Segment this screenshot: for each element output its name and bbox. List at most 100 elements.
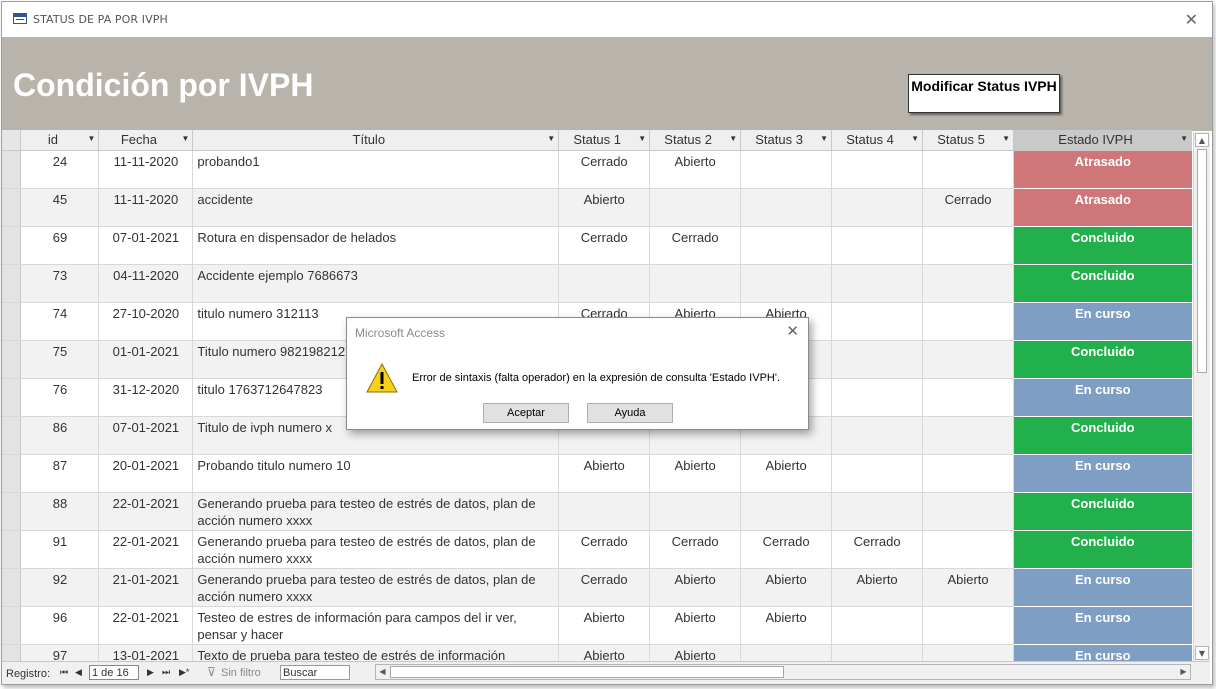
search-input[interactable]: Buscar — [280, 665, 350, 680]
cell-id[interactable]: 73 — [20, 264, 100, 303]
cell-titulo[interactable]: Testeo de estres de información para cam… — [192, 606, 560, 645]
cell-status-5[interactable] — [922, 606, 1015, 645]
cell-estado-ivph[interactable]: Atrasado — [1013, 150, 1192, 189]
cell-status-5[interactable] — [922, 226, 1015, 265]
table-row[interactable]: 45 11-11-2020 accidente Abierto Cerrado Atras… — [2, 188, 1192, 227]
cell-id[interactable]: 76 — [20, 378, 100, 417]
cell-status-5[interactable] — [922, 530, 1015, 569]
row-selector[interactable] — [2, 340, 22, 379]
row-selector[interactable] — [2, 454, 22, 493]
cell-id[interactable]: 92 — [20, 568, 100, 607]
cell-status-4[interactable] — [831, 378, 924, 417]
cell-status-5[interactable] — [922, 150, 1015, 189]
cell-status-2[interactable]: Cerrado — [649, 530, 742, 569]
table-row[interactable]: 96 22-01-2021 Testeo de estres de informac… — [2, 606, 1192, 645]
cell-status-2[interactable]: Cerrado — [649, 226, 742, 265]
cell-status-3[interactable]: Abierto — [740, 454, 833, 493]
filter-icon[interactable]: ⊽ — [207, 665, 216, 679]
cell-status-3[interactable]: Abierto — [740, 568, 833, 607]
column-header-fecha[interactable]: Fecha ▼ — [98, 130, 194, 151]
table-row[interactable]: 73 04-11-2020 Accidente ejemplo 7686673 Con… — [2, 264, 1192, 303]
cell-estado-ivph[interactable]: En curso — [1013, 568, 1192, 607]
row-selector[interactable] — [2, 568, 22, 607]
help-button[interactable]: Ayuda — [587, 403, 673, 423]
cell-titulo[interactable]: probando1 — [192, 150, 560, 189]
cell-fecha[interactable]: 27-10-2020 — [98, 302, 194, 341]
cell-id[interactable]: 69 — [20, 226, 100, 265]
cell-id[interactable]: 97 — [20, 644, 100, 661]
cell-status-5[interactable] — [922, 454, 1015, 493]
scroll-right-icon[interactable]: ▶ — [1177, 665, 1190, 679]
cell-status-1[interactable]: Cerrado — [558, 530, 651, 569]
cell-status-5[interactable] — [922, 340, 1015, 379]
cell-estado-ivph[interactable]: Concluido — [1013, 416, 1192, 455]
cell-id[interactable]: 96 — [20, 606, 100, 645]
cell-status-3[interactable] — [740, 492, 833, 531]
column-header-status-2[interactable]: Status 2 ▼ — [649, 130, 742, 151]
cell-status-2[interactable] — [649, 264, 742, 303]
row-selector[interactable] — [2, 378, 22, 417]
scroll-thumb[interactable] — [1197, 149, 1207, 373]
cell-fecha[interactable]: 07-01-2021 — [98, 416, 194, 455]
table-row[interactable]: 69 07-01-2021 Rotura en dispensador de hel… — [2, 226, 1192, 265]
cell-estado-ivph[interactable]: Concluido — [1013, 492, 1192, 531]
cell-fecha[interactable]: 04-11-2020 — [98, 264, 194, 303]
row-selector[interactable] — [2, 264, 22, 303]
cell-status-5[interactable] — [922, 302, 1015, 341]
cell-fecha[interactable]: 11-11-2020 — [98, 150, 194, 189]
cell-status-3[interactable]: Abierto — [740, 606, 833, 645]
cell-status-4[interactable] — [831, 264, 924, 303]
cell-id[interactable]: 91 — [20, 530, 100, 569]
chevron-down-icon[interactable]: ▼ — [547, 134, 555, 143]
cell-titulo[interactable]: Generando prueba para testeo de estrés d… — [192, 492, 560, 531]
table-row[interactable]: 24 11-11-2020 probando1 Cerrado Abierto Atras… — [2, 150, 1192, 189]
chevron-down-icon[interactable]: ▼ — [1180, 134, 1188, 143]
close-icon[interactable]: ✕ — [1185, 10, 1198, 29]
cell-status-4[interactable] — [831, 644, 924, 661]
cell-titulo[interactable]: accidente — [192, 188, 560, 227]
row-selector[interactable] — [2, 150, 22, 189]
row-selector[interactable] — [2, 302, 22, 341]
column-header-estado-ivph[interactable]: Estado IVPH ▼ — [1013, 130, 1192, 151]
chevron-down-icon[interactable]: ▼ — [729, 134, 737, 143]
cell-status-5[interactable] — [922, 492, 1015, 531]
cell-status-1[interactable]: Abierto — [558, 188, 651, 227]
cell-estado-ivph[interactable]: En curso — [1013, 644, 1192, 661]
cell-status-1[interactable]: Cerrado — [558, 150, 651, 189]
column-header-status-3[interactable]: Status 3 ▼ — [740, 130, 833, 151]
chevron-down-icon[interactable]: ▼ — [88, 134, 96, 143]
row-selector[interactable] — [2, 492, 22, 531]
cell-fecha[interactable]: 21-01-2021 — [98, 568, 194, 607]
cell-status-3[interactable] — [740, 226, 833, 265]
cell-id[interactable]: 88 — [20, 492, 100, 531]
first-record-icon[interactable]: ⏮ — [60, 667, 68, 678]
cell-estado-ivph[interactable]: Concluido — [1013, 264, 1192, 303]
cell-status-3[interactable] — [740, 644, 833, 661]
cell-status-4[interactable] — [831, 606, 924, 645]
cell-fecha[interactable]: 13-01-2021 — [98, 644, 194, 661]
cell-status-2[interactable] — [649, 188, 742, 227]
row-selector[interactable] — [2, 416, 22, 455]
column-header-id[interactable]: id ▼ — [20, 130, 100, 151]
cell-status-4[interactable] — [831, 188, 924, 227]
modify-status-button[interactable]: Modificar Status IVPH — [908, 74, 1060, 113]
cell-fecha[interactable]: 22-01-2021 — [98, 530, 194, 569]
row-selector[interactable] — [2, 188, 22, 227]
cell-status-4[interactable] — [831, 492, 924, 531]
cell-estado-ivph[interactable]: En curso — [1013, 378, 1192, 417]
next-record-icon[interactable]: ▶ — [147, 667, 154, 678]
cell-fecha[interactable]: 22-01-2021 — [98, 492, 194, 531]
column-header-status-1[interactable]: Status 1 ▼ — [558, 130, 651, 151]
cell-titulo[interactable]: Generando prueba para testeo de estrés d… — [192, 530, 560, 569]
cell-id[interactable]: 74 — [20, 302, 100, 341]
cell-id[interactable]: 45 — [20, 188, 100, 227]
cell-status-1[interactable] — [558, 264, 651, 303]
cell-fecha[interactable]: 20-01-2021 — [98, 454, 194, 493]
column-header-status-5[interactable]: Status 5 ▼ — [922, 130, 1015, 151]
row-selector[interactable] — [2, 226, 22, 265]
cell-fecha[interactable]: 11-11-2020 — [98, 188, 194, 227]
cell-estado-ivph[interactable]: Concluido — [1013, 530, 1192, 569]
cell-fecha[interactable]: 01-01-2021 — [98, 340, 194, 379]
select-all-corner[interactable] — [2, 130, 22, 151]
chevron-down-icon[interactable]: ▼ — [820, 134, 828, 143]
